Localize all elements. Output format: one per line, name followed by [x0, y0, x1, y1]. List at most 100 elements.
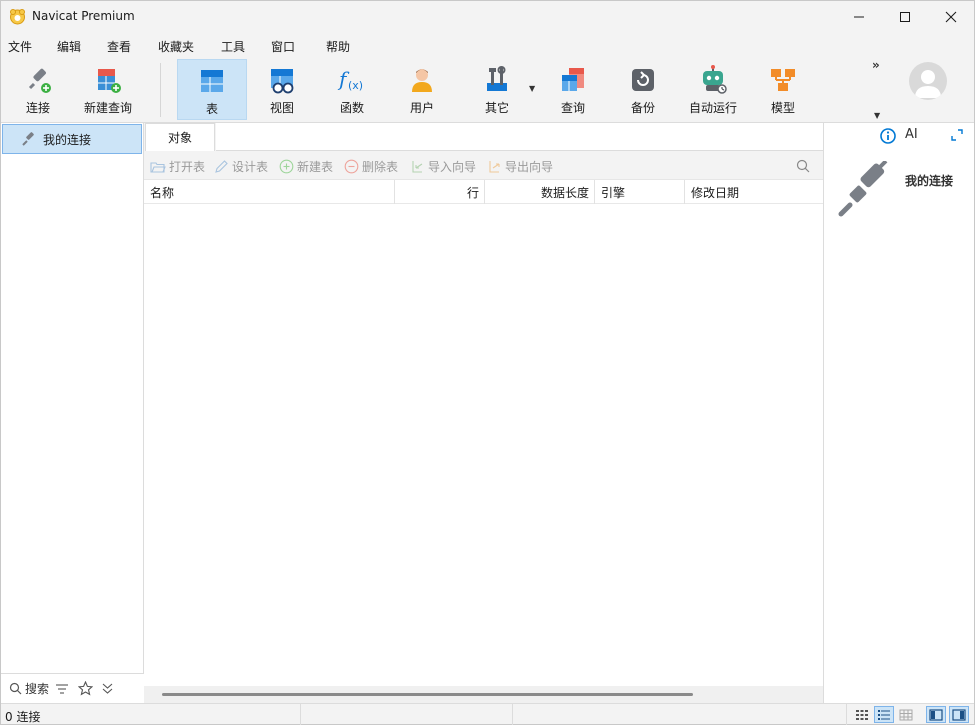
delete-table-label: 删除表 — [362, 160, 399, 174]
user-icon — [412, 69, 432, 92]
design-table-button[interactable]: 设计表 — [214, 158, 268, 175]
avatar-icon — [915, 70, 941, 98]
tab-strip-filler — [216, 123, 823, 151]
menu-window[interactable]: 窗口 — [271, 38, 295, 55]
menu-file[interactable]: 文件 — [8, 38, 32, 55]
toggle-right-panel-button[interactable] — [949, 706, 969, 723]
list-view-button[interactable] — [874, 706, 894, 723]
menu-edit[interactable]: 编辑 — [57, 38, 81, 55]
open-table-button[interactable]: 打开表 — [150, 158, 205, 175]
new-table-button[interactable]: 新建表 — [279, 158, 333, 175]
connection-tree-item[interactable]: 我的连接 — [2, 124, 142, 154]
automation-label: 自动运行 — [688, 101, 737, 115]
menu-view[interactable]: 查看 — [107, 38, 131, 55]
column-engine[interactable]: 引擎 — [595, 180, 685, 204]
automation-button[interactable]: 自动运行 — [684, 59, 742, 120]
menu-favorites[interactable]: 收藏夹 — [158, 38, 194, 55]
table-button[interactable]: 表 — [177, 59, 247, 120]
grid-view-button[interactable] — [852, 706, 872, 723]
search-icon[interactable] — [9, 682, 22, 695]
connect-button[interactable]: 连接 — [14, 59, 62, 120]
window-title: Navicat Premium — [32, 9, 135, 23]
column-data-length[interactable]: 数据长度 — [485, 180, 595, 204]
connection-plug-large-icon — [838, 161, 888, 217]
toolbar-separator — [160, 63, 161, 117]
function-icon: f (x) — [337, 67, 363, 92]
model-icon — [771, 69, 795, 91]
other-dropdown-icon[interactable]: ▼ — [529, 84, 535, 93]
info-panel-header: AI — [824, 123, 975, 149]
toolbar-more-button[interactable]: » — [872, 58, 880, 72]
maximize-button[interactable] — [882, 1, 928, 32]
object-toolbar: 打开表 设计表 新建表 删除表 导入向导 导出向导 — [144, 151, 823, 180]
left-panel-icon — [929, 708, 943, 721]
backup-icon — [632, 69, 654, 91]
user-label: 用户 — [409, 101, 434, 115]
tools-icon — [487, 66, 507, 91]
info-panel: AI 我的连接 — [823, 123, 974, 703]
export-wizard-button[interactable]: 导出向导 — [487, 158, 553, 175]
info-icon[interactable] — [880, 128, 896, 144]
info-panel-title: 我的连接 — [905, 174, 954, 188]
import-wizard-button[interactable]: 导入向导 — [410, 158, 476, 175]
column-name[interactable]: 名称 — [144, 180, 395, 204]
sidebar-search-label[interactable]: 搜索 — [25, 680, 49, 697]
new-query-button[interactable]: 新建查询 — [79, 59, 137, 120]
model-button[interactable]: 模型 — [758, 59, 808, 120]
svg-text:(x): (x) — [348, 79, 363, 92]
toggle-left-panel-button[interactable] — [926, 706, 946, 723]
user-button[interactable]: 用户 — [397, 59, 447, 120]
robot-icon — [703, 65, 727, 94]
backup-button[interactable]: 备份 — [618, 59, 668, 120]
export-wizard-label: 导出向导 — [505, 160, 554, 174]
column-rows[interactable]: 行 — [395, 180, 485, 204]
title-bar: Navicat Premium — [1, 1, 974, 32]
status-connections: 0 连接 — [5, 710, 41, 724]
expand-icon[interactable] — [950, 128, 964, 142]
status-separator — [846, 704, 847, 725]
import-wizard-label: 导入向导 — [428, 160, 477, 174]
delete-table-button[interactable]: 删除表 — [344, 158, 398, 175]
status-bar: 0 连接 — [1, 703, 974, 725]
status-separator — [512, 704, 513, 725]
pencil-icon — [215, 160, 228, 173]
filter-icon[interactable] — [55, 683, 69, 695]
close-button[interactable] — [928, 1, 974, 32]
add-circle-icon — [279, 159, 294, 174]
query-icon — [562, 68, 584, 91]
minimize-icon — [854, 16, 864, 17]
account-avatar[interactable] — [909, 62, 947, 100]
other-button[interactable]: 其它 — [472, 59, 522, 120]
new-query-icon — [98, 69, 121, 93]
table-icon — [201, 70, 223, 92]
connection-plug-icon — [22, 132, 34, 146]
collapse-icon[interactable] — [101, 682, 114, 695]
column-modified-date[interactable]: 修改日期 — [685, 180, 823, 204]
export-icon — [489, 161, 500, 173]
detail-view-button[interactable] — [896, 706, 916, 723]
horizontal-scrollbar[interactable] — [144, 686, 823, 703]
detail-view-icon — [899, 709, 913, 720]
function-button[interactable]: f (x) 函数 — [327, 59, 377, 120]
view-icon — [271, 69, 294, 94]
ai-button[interactable]: AI — [905, 127, 918, 142]
toolbar-overflow-icon[interactable]: ▼ — [874, 111, 880, 120]
folder-open-icon — [150, 161, 166, 173]
minimize-button[interactable] — [836, 1, 882, 32]
status-separator — [300, 704, 301, 725]
model-label: 模型 — [770, 101, 795, 115]
design-table-label: 设计表 — [232, 160, 269, 174]
menu-bar: 文件 编辑 查看 收藏夹 工具 窗口 帮助 — [1, 32, 974, 58]
menu-help[interactable]: 帮助 — [326, 38, 350, 55]
scrollbar-thumb[interactable] — [162, 693, 693, 696]
tab-strip: 对象 — [144, 123, 823, 151]
right-panel-icon — [952, 708, 966, 721]
tab-objects[interactable]: 对象 — [145, 123, 215, 151]
backup-label: 备份 — [630, 101, 655, 115]
query-button[interactable]: 查询 — [548, 59, 598, 120]
star-icon[interactable] — [78, 681, 94, 696]
object-search-icon[interactable] — [796, 159, 810, 173]
query-label: 查询 — [560, 101, 585, 115]
view-button[interactable]: 视图 — [257, 59, 307, 120]
menu-tools[interactable]: 工具 — [221, 38, 245, 55]
